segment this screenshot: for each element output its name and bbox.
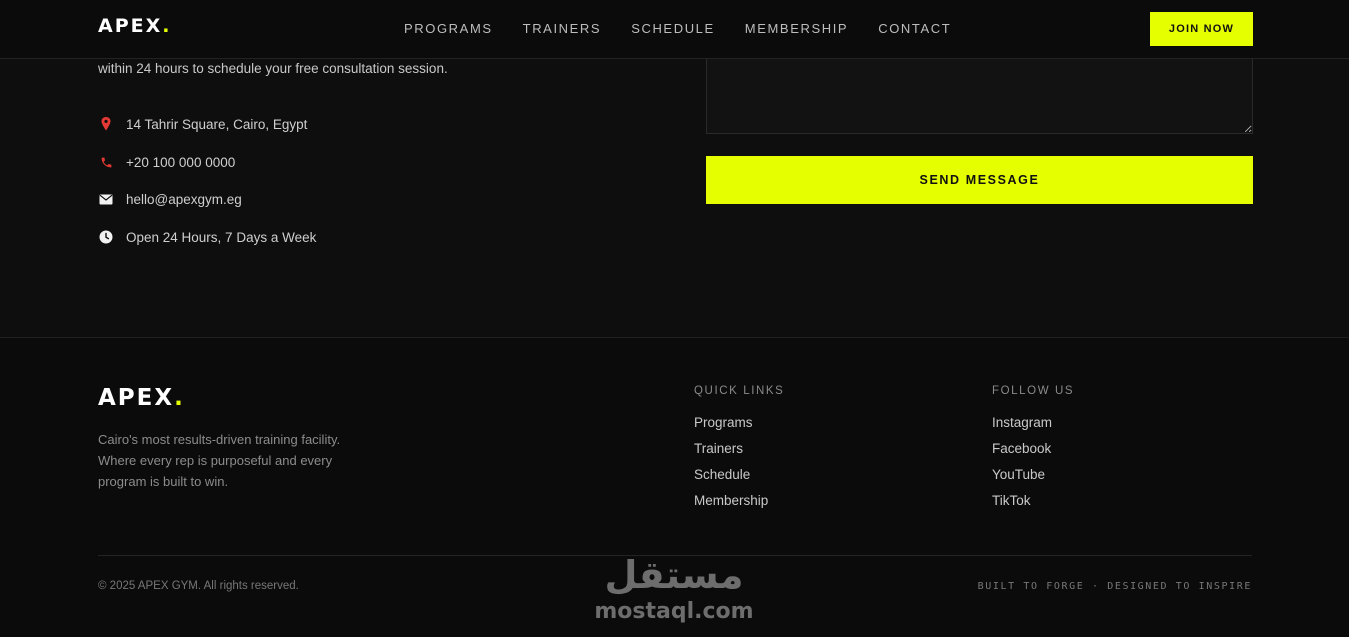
contact-address: 14 Tahrir Square, Cairo, Egypt	[98, 116, 307, 132]
nav-logo-dot: .	[162, 15, 172, 37]
footer-link-schedule[interactable]: Schedule	[694, 465, 768, 491]
contact-hours: Open 24 Hours, 7 Days a Week	[98, 229, 316, 245]
quick-links-list: Programs Trainers Schedule Membership	[694, 413, 768, 517]
footer-link-programs[interactable]: Programs	[694, 413, 768, 439]
mostaql-watermark: مستقل mostaql.com	[594, 553, 753, 624]
follow-us-title: FOLLOW US	[992, 385, 1075, 397]
follow-us-list: Instagram Facebook YouTube TikTok	[992, 413, 1052, 517]
contact-section: within 24 hours to schedule your free co…	[0, 59, 1349, 338]
clock-icon	[98, 229, 114, 245]
footer-logo-text: APEX	[98, 385, 175, 411]
contact-email-text[interactable]: hello@apexgym.eg	[126, 192, 242, 207]
social-link-facebook[interactable]: Facebook	[992, 439, 1052, 465]
nav-link-schedule[interactable]: SCHEDULE	[631, 21, 715, 36]
nav-logo[interactable]: APEX.	[98, 15, 171, 37]
phone-icon	[98, 154, 114, 170]
footer-logo-dot: .	[174, 385, 185, 411]
footer-link-trainers[interactable]: Trainers	[694, 439, 768, 465]
nav-link-trainers[interactable]: TRAINERS	[523, 21, 602, 36]
contact-phone: +20 100 000 0000	[98, 154, 235, 170]
footer-logo[interactable]: APEX.	[98, 385, 185, 411]
social-link-tiktok[interactable]: TikTok	[992, 491, 1052, 517]
nav-link-programs[interactable]: PROGRAMS	[404, 21, 493, 36]
copyright-text: © 2025 APEX GYM. All rights reserved.	[98, 580, 299, 592]
contact-phone-text[interactable]: +20 100 000 0000	[126, 155, 235, 170]
social-link-instagram[interactable]: Instagram	[992, 413, 1052, 439]
contact-hours-text: Open 24 Hours, 7 Days a Week	[126, 229, 317, 245]
top-navbar: APEX. PROGRAMS TRAINERS SCHEDULE MEMBERS…	[0, 0, 1349, 59]
quick-links-title: QUICK LINKS	[694, 385, 785, 397]
message-textarea[interactable]	[706, 59, 1253, 134]
footer-motto: BUILT TO FORGE · DESIGNED TO INSPIRE	[977, 581, 1252, 592]
contact-address-text: 14 Tahrir Square, Cairo, Egypt	[126, 116, 308, 132]
nav-links: PROGRAMS TRAINERS SCHEDULE MEMBERSHIP CO…	[404, 21, 981, 36]
footer-link-membership[interactable]: Membership	[694, 491, 768, 517]
mail-icon	[98, 191, 114, 207]
contact-email: hello@apexgym.eg	[98, 191, 242, 207]
social-link-youtube[interactable]: YouTube	[992, 465, 1052, 491]
send-message-button[interactable]: SEND MESSAGE	[706, 156, 1253, 204]
pin-icon	[98, 116, 114, 132]
watermark-arabic: مستقل	[605, 553, 744, 597]
nav-logo-text: APEX	[98, 15, 163, 37]
footer-tagline: Cairo's most results-driven training fac…	[98, 432, 341, 489]
nav-link-contact[interactable]: CONTACT	[878, 21, 951, 36]
watermark-latin: mostaql.com	[594, 599, 753, 624]
contact-intro-text: within 24 hours to schedule your free co…	[98, 61, 448, 76]
nav-link-membership[interactable]: MEMBERSHIP	[745, 21, 848, 36]
join-now-button[interactable]: JOIN NOW	[1150, 12, 1253, 46]
